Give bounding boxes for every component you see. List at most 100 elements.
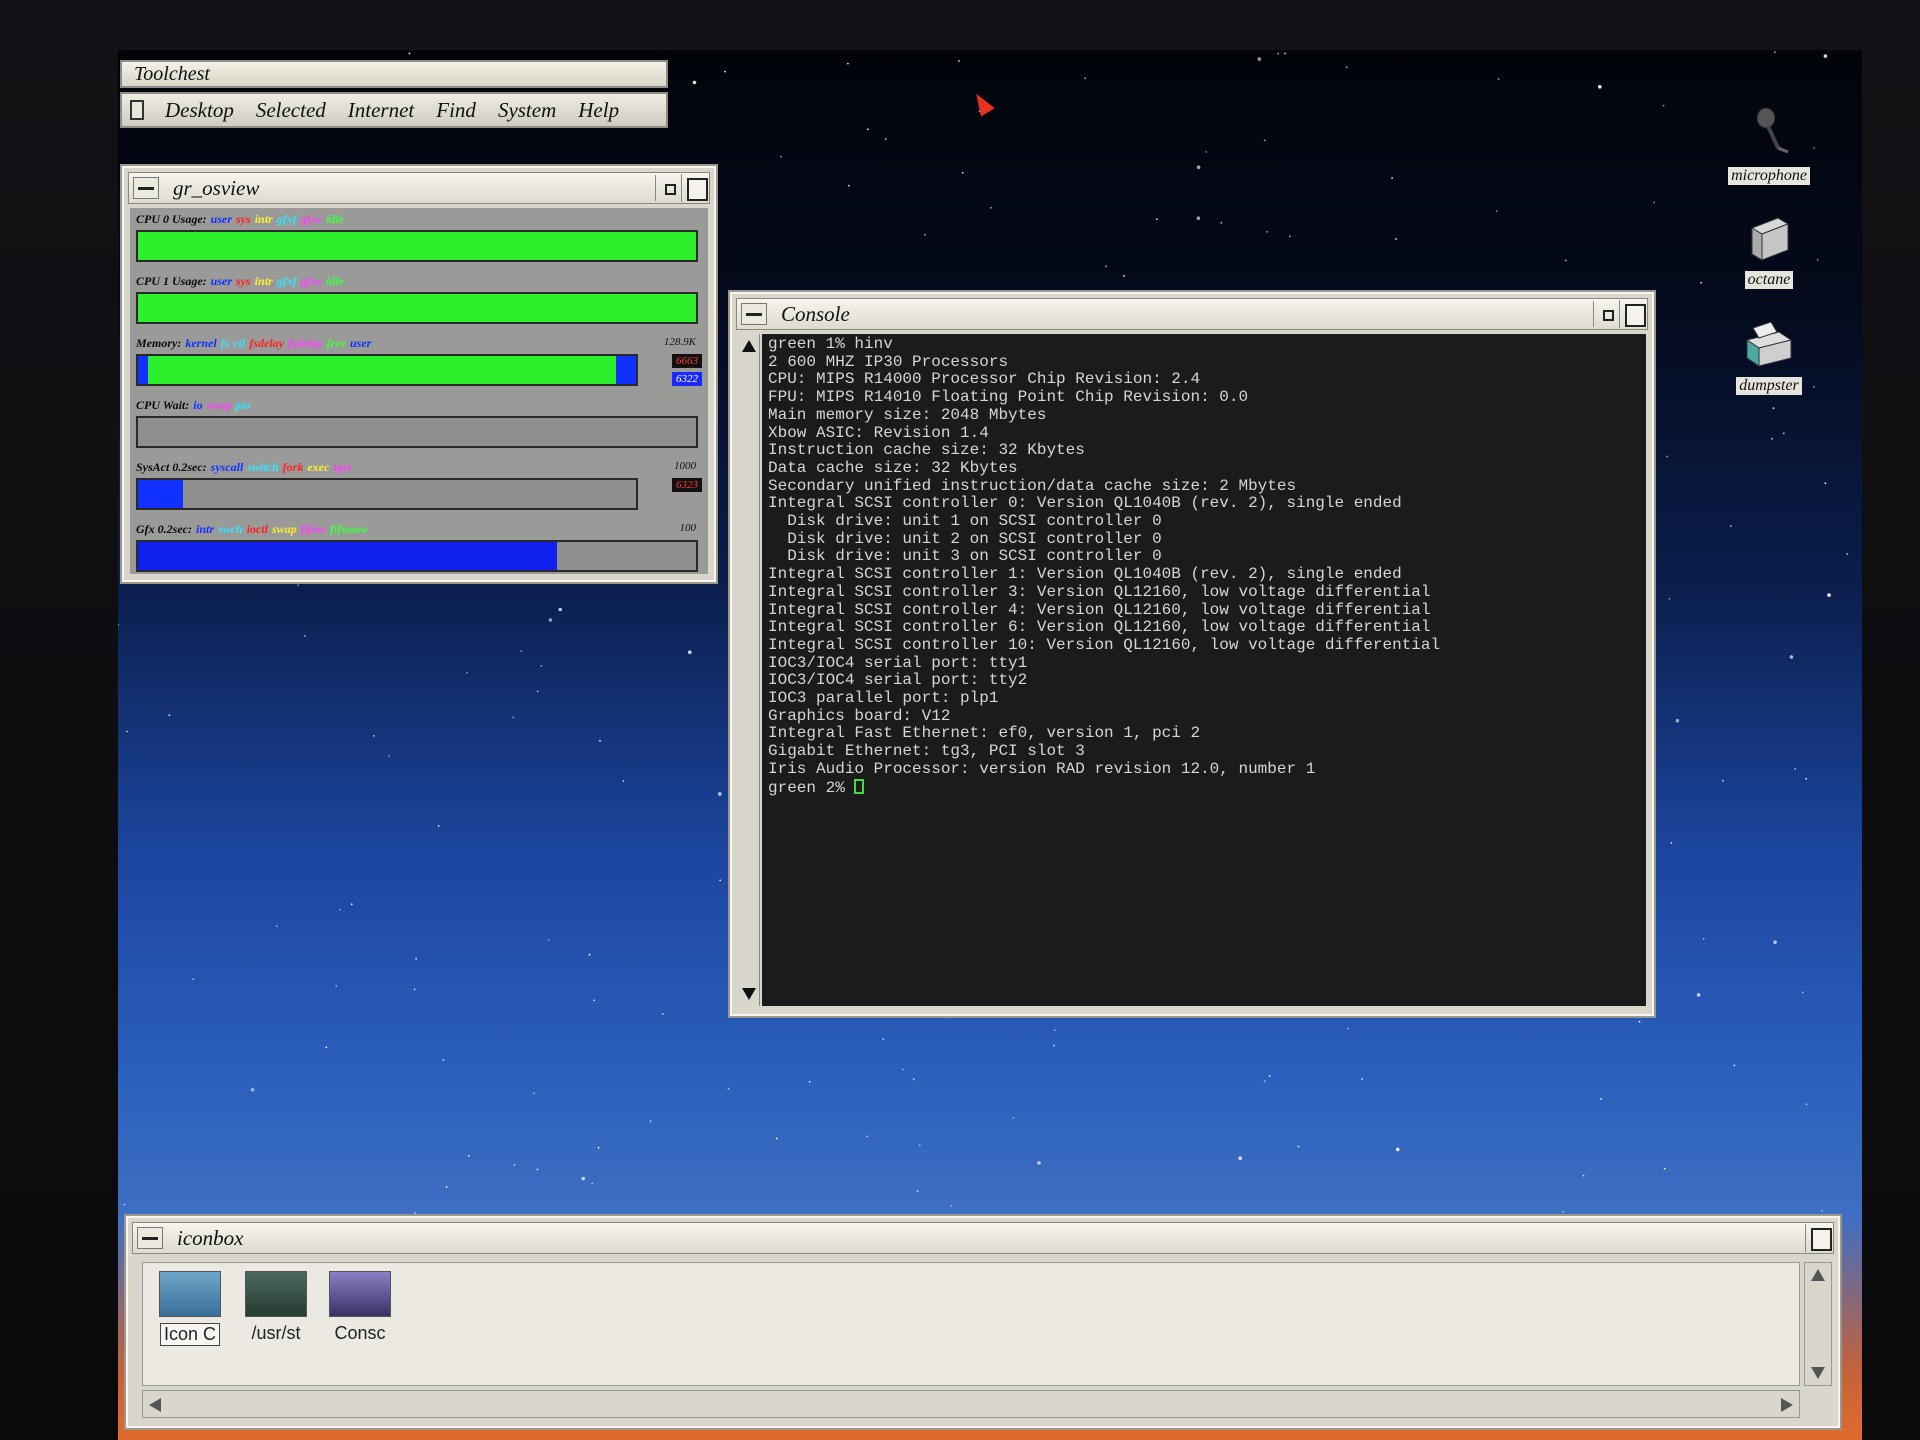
menu-help[interactable]: Help [567, 94, 630, 126]
desktop-icon-octane[interactable]: octane [1714, 212, 1824, 289]
desktop[interactable]: Toolchest Desktop Selected Internet Find… [118, 50, 1862, 1440]
graph-value-readout: 6323 [672, 478, 702, 492]
console-line: Integral SCSI controller 4: Version QL12… [768, 600, 1431, 619]
graph-bar [136, 354, 638, 386]
microphone-icon [1756, 107, 1789, 154]
console-line: Data cache size: 32 Kbytes [768, 458, 1018, 477]
graph-legend-item: idle [326, 274, 345, 288]
console-line: IOC3/IOC4 serial port: tty2 [768, 671, 1028, 690]
graph-legend-item: gfxc [300, 212, 323, 226]
iconbox-titlebar[interactable]: iconbox [132, 1222, 1834, 1254]
graph-label: Gfx 0.2sec: [136, 522, 192, 536]
graph-legend-item: ctl [233, 336, 246, 350]
console-line: IOC3 parallel port: plp1 [768, 689, 999, 708]
graph-legend-item: io [193, 398, 203, 412]
console-titlebar[interactable]: Console [736, 298, 1648, 330]
console-line: Instruction cache size: 32 Kbytes [768, 441, 1085, 460]
console-line: Xbow ASIC: Revision 1.4 [768, 423, 989, 442]
iconbox-title: iconbox [177, 1225, 244, 1250]
toolchest-lamp-icon[interactable] [130, 100, 144, 120]
iconbox-item-usr-st[interactable]: /usr/st [233, 1271, 319, 1344]
iconbox-vertical-scrollbar[interactable] [1804, 1262, 1832, 1386]
iconbox-area: Icon C /usr/st Consc [142, 1262, 1800, 1386]
graph-label: CPU 1 Usage: [136, 274, 207, 288]
graph-label: CPU Wait: [136, 398, 190, 412]
dumpster-icon [1745, 321, 1793, 367]
gr-osview-window: gr_osview CPU 0 Usage: user sys intr gfxf gfx… [120, 164, 718, 584]
graph-bar [136, 540, 698, 572]
graph-label: SysAct 0.2sec: [136, 460, 207, 474]
menu-internet[interactable]: Internet [337, 94, 425, 126]
graph-header: CPU 1 Usage: user sys intr gfxf gfxc idle [136, 274, 348, 289]
graph-value-readout: 6322 [672, 372, 702, 386]
desktop-icon-label: dumpster [1736, 377, 1802, 395]
graph-value-readout: 6663 [672, 354, 702, 368]
menu-find[interactable]: Find [425, 94, 487, 126]
graph-scale: 1000 [674, 460, 696, 472]
graph-header: SysAct 0.2sec: syscall switch fork exec iget [136, 460, 355, 475]
console-line: green 1% hinv [768, 335, 893, 353]
scroll-down-arrow-icon[interactable] [1811, 1367, 1825, 1379]
console-line: Disk drive: unit 2 on SCSI controller 0 [768, 529, 1162, 548]
octane-workstation-icon [1750, 217, 1790, 261]
graph-fill [138, 356, 636, 384]
graph-fill [138, 294, 696, 322]
iconbox-horizontal-scrollbar[interactable] [142, 1390, 1800, 1418]
iconbox-item-icon-catalog[interactable]: Icon C [147, 1271, 233, 1346]
window-menu-button[interactable] [133, 177, 159, 199]
icon-catalog-icon [159, 1271, 221, 1317]
scroll-left-arrow-icon[interactable] [149, 1398, 161, 1412]
console-line: 2 600 MHZ IP30 Processors [768, 352, 1009, 371]
folder-view-icon [245, 1271, 307, 1317]
graph-legend-item: fsdelay [288, 336, 323, 350]
console-line: Iris Audio Processor: version RAD revisi… [768, 759, 1316, 778]
graph-legend-item: intr [254, 212, 273, 226]
graph-legend-item: exec [307, 460, 330, 474]
maximize-button[interactable] [1805, 1224, 1833, 1252]
scroll-right-arrow-icon[interactable] [1781, 1398, 1793, 1412]
graph-legend-item: free [326, 336, 346, 350]
desktop-icon-dumpster[interactable]: dumpster [1714, 318, 1824, 395]
osview-titlebar[interactable]: gr_osview [128, 172, 710, 204]
window-menu-button[interactable] [741, 303, 767, 325]
scroll-down-arrow-icon[interactable] [742, 988, 756, 1000]
osview-graphs: CPU 0 Usage: user sys intr gfxf gfxc idle CPU 1… [130, 208, 708, 574]
console-line: Integral SCSI controller 10: Version QL1… [768, 635, 1441, 654]
iconbox-item-console[interactable]: Consc [317, 1271, 403, 1344]
iconbox-window: iconbox Icon C /usr/st Consc [124, 1214, 1842, 1430]
console-terminal[interactable]: green 1% hinv 2 600 MHZ IP30 Processors CP… [762, 334, 1646, 1006]
graph-scale: 128.9K [663, 336, 696, 348]
console-line: IOC3/IOC4 serial port: tty1 [768, 653, 1028, 672]
graph-legend-item: fifonow [330, 522, 369, 536]
iconify-button[interactable] [655, 175, 681, 201]
graph-legend-item: user [210, 212, 233, 226]
graph-bar [136, 230, 698, 262]
maximize-button[interactable] [681, 174, 709, 202]
graph-label: Memory: [136, 336, 182, 350]
console-window: Console green 1% hinv 2 600 MHZ IP30 Proc… [728, 290, 1656, 1018]
menu-selected[interactable]: Selected [245, 94, 337, 126]
menu-system[interactable]: System [487, 94, 567, 126]
scroll-up-arrow-icon[interactable] [742, 340, 756, 352]
maximize-button[interactable] [1619, 300, 1647, 328]
console-line: Integral SCSI controller 6: Version QL12… [768, 618, 1431, 637]
console-line: Graphics board: V12 [768, 706, 951, 725]
console-line: Integral SCSI controller 1: Version QL10… [768, 565, 1402, 584]
console-line: Main memory size: 2048 Mbytes [768, 405, 1047, 424]
console-scrollbar[interactable] [738, 334, 760, 1006]
window-menu-button[interactable] [137, 1227, 163, 1249]
menu-desktop[interactable]: Desktop [154, 94, 245, 126]
graph-legend-item: pio [235, 398, 251, 412]
console-line: CPU: MIPS R14000 Processor Chip Revision… [768, 370, 1201, 389]
graph-legend-item: fork [282, 460, 304, 474]
graph-header: CPU 0 Usage: user sys intr gfxf gfxc idle [136, 212, 348, 227]
desktop-icon-microphone[interactable]: microphone [1714, 106, 1824, 185]
console-prompt: green 2% [768, 778, 855, 797]
scroll-up-arrow-icon[interactable] [1811, 1269, 1825, 1281]
graph-legend-item: iget [333, 460, 352, 474]
iconify-button[interactable] [1593, 301, 1619, 327]
graph-legend-item: user [349, 336, 372, 350]
graph-bar [136, 292, 698, 324]
graph-bar [136, 416, 698, 448]
graph-label: CPU 0 Usage: [136, 212, 207, 226]
